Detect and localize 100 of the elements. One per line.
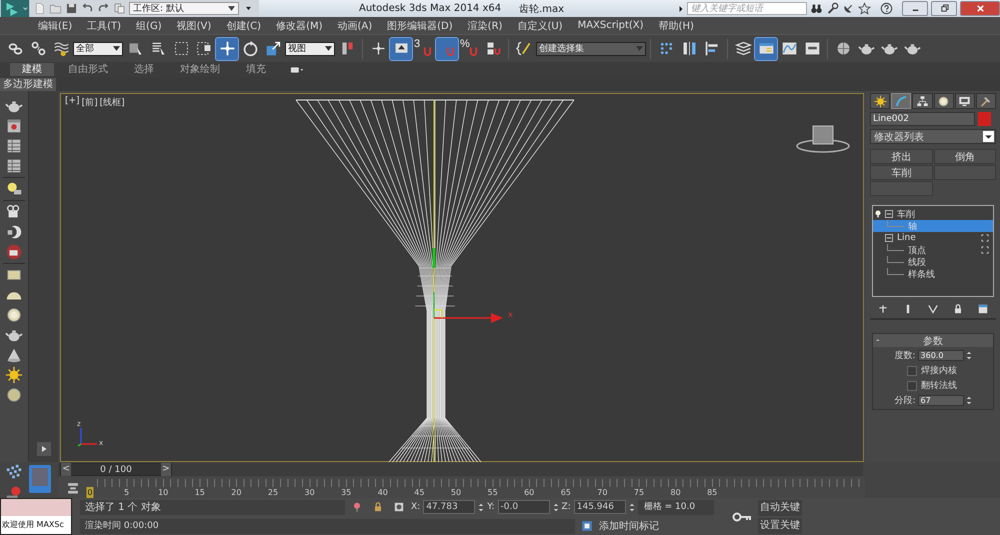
coordinate-field[interactable]: 145.946	[574, 500, 626, 514]
snap-button[interactable]: 3	[413, 38, 435, 60]
viewport-label-menu[interactable]: [+]	[65, 96, 80, 109]
wrench-icon[interactable]	[826, 2, 839, 15]
percent-snap-button[interactable]: %	[459, 38, 481, 60]
scene-explorer-button[interactable]	[755, 38, 777, 60]
create-tab[interactable]	[870, 93, 890, 109]
rollout-header[interactable]: - 参数	[873, 334, 993, 347]
grid-icon[interactable]	[5, 463, 23, 481]
viewport-label-menu[interactable]: [线框]	[100, 96, 125, 109]
lock-icon[interactable]	[372, 501, 384, 513]
save-icon[interactable]	[65, 2, 78, 15]
spinner-icon[interactable]	[628, 502, 635, 512]
checkbox[interactable]	[907, 366, 917, 376]
coordinate-field[interactable]: 47.783	[423, 500, 476, 514]
cone-icon[interactable]	[5, 346, 23, 364]
time-slider[interactable]: < 0 / 100 >	[60, 463, 172, 476]
menu-item[interactable]: 帮助(H)	[658, 18, 694, 32]
menu-item[interactable]: 组(G)	[136, 18, 162, 32]
time-tag-icon[interactable]	[581, 520, 593, 532]
stack-item[interactable]: 车削	[895, 208, 915, 220]
display-tab[interactable]	[954, 93, 975, 109]
script-listener-field[interactable]	[1, 499, 71, 516]
hierarchy-tab[interactable]	[912, 93, 933, 109]
menu-item[interactable]: 视图(V)	[176, 18, 212, 32]
collapse-toggle[interactable]: -	[876, 335, 886, 346]
ribbon-tab[interactable]: 建模	[10, 63, 54, 76]
set-key-button[interactable]: 设置关键	[758, 518, 802, 534]
ribbon-menu-icon[interactable]	[290, 66, 304, 74]
next-frame-button[interactable]: >	[161, 463, 171, 476]
restore-button[interactable]	[931, 1, 957, 16]
add-time-tag-button[interactable]: 添加时间标记	[599, 519, 659, 533]
utilities-tab[interactable]	[976, 93, 996, 109]
coordinate-field[interactable]: -0.0	[498, 500, 550, 514]
camera-icon[interactable]	[5, 243, 23, 261]
application-menu-icon[interactable]	[0, 0, 30, 17]
selection-filter-dropdown[interactable]: 全部	[73, 42, 123, 56]
menu-item[interactable]: 渲染(R)	[468, 18, 502, 32]
pin-icon[interactable]	[876, 303, 889, 315]
close-button[interactable]	[960, 1, 1000, 16]
menu-item[interactable]: MAXScript(X)	[578, 20, 644, 31]
collapse-toggle-icon[interactable]	[885, 210, 893, 218]
ribbon-tab[interactable]: 选择	[122, 63, 166, 76]
menu-item[interactable]: 创建(C)	[226, 18, 262, 32]
light-bulb-icon[interactable]	[873, 209, 883, 219]
spinner-icon[interactable]	[552, 502, 559, 512]
binoculars-icon[interactable]	[810, 2, 823, 15]
workspace-dropdown[interactable]: 工作区: 默认	[129, 2, 239, 15]
ribbon-tab[interactable]: 填充	[234, 63, 278, 76]
satellite-dish-icon[interactable]	[842, 2, 855, 15]
project-folder-icon[interactable]	[113, 2, 126, 15]
spinner-icon[interactable]	[478, 502, 484, 512]
move-button[interactable]	[216, 38, 238, 60]
stack-sub-item[interactable]: 顶点	[906, 244, 926, 256]
transform-gizmo-drawing[interactable]	[433, 292, 503, 323]
expand-button[interactable]	[36, 442, 50, 456]
menu-item[interactable]: 动画(A)	[338, 18, 372, 32]
modifier-button[interactable]: 车削	[870, 165, 932, 180]
ribbon-tab[interactable]: 对象绘制	[168, 63, 232, 76]
sphere-icon[interactable]	[5, 386, 23, 404]
modify-tab[interactable]	[891, 93, 912, 109]
modifier-button[interactable]: 倒角	[934, 149, 996, 164]
time-slider-track[interactable]: < 0 / 100 >	[58, 463, 863, 476]
coordinate-system-dropdown[interactable]: 视图	[285, 42, 335, 56]
disc-icon[interactable]	[5, 306, 23, 324]
menu-item[interactable]: 修改器(M)	[276, 18, 322, 32]
stack-sub-item[interactable]: 线段	[906, 256, 926, 268]
help-icon[interactable]	[880, 2, 893, 15]
configure-icon[interactable]	[977, 303, 990, 315]
degrees-field[interactable]: 360.0	[918, 350, 964, 361]
stack-item[interactable]: Line	[895, 233, 916, 243]
segments-field[interactable]: 67	[918, 395, 964, 406]
menu-item[interactable]: 工具(T)	[87, 18, 122, 32]
stack-sub-item[interactable]: 样条线	[906, 268, 935, 280]
modifier-list-dropdown[interactable]: 修改器列表	[870, 129, 996, 144]
previous-frame-button[interactable]: <	[61, 463, 71, 476]
menu-item[interactable]: 编辑(E)	[38, 18, 72, 32]
fork-icon[interactable]	[926, 303, 939, 315]
menu-item[interactable]: 图形编辑器(D)	[387, 18, 453, 32]
menu-item[interactable]: 自定义(U)	[517, 18, 563, 32]
table-icon[interactable]	[5, 157, 23, 175]
open-folder-icon[interactable]	[49, 2, 62, 15]
sun-icon[interactable]	[5, 366, 23, 384]
moon-icon[interactable]	[5, 223, 23, 241]
viewcube-icon[interactable]	[796, 126, 850, 153]
named-selection-dropdown[interactable]: 创建选择集	[536, 42, 646, 56]
keyboard-shortcut-button[interactable]	[390, 38, 412, 60]
star-icon[interactable]	[858, 2, 871, 15]
motion-tab[interactable]	[934, 93, 954, 109]
auto-key-button[interactable]: 自动关键	[758, 500, 802, 516]
object-name-field[interactable]: Line002	[870, 112, 975, 126]
object-color-swatch[interactable]	[978, 112, 991, 126]
ribbon-tab[interactable]: 自由形式	[56, 63, 120, 76]
filter-icon[interactable]	[66, 481, 80, 495]
balloon-icon[interactable]	[351, 501, 363, 513]
list-icon[interactable]	[5, 137, 23, 155]
ribbon-panel-tab[interactable]: 多边形建模	[0, 78, 56, 90]
dialog-icon[interactable]	[5, 117, 23, 135]
modifier-button[interactable]: 挤出	[870, 149, 932, 164]
checkbox[interactable]	[907, 380, 917, 390]
